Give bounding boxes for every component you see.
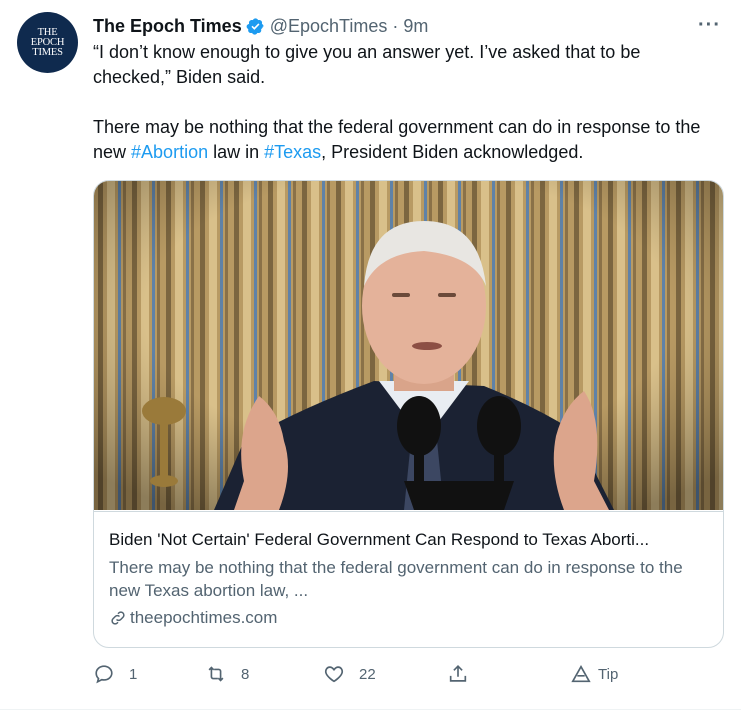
- tip-button[interactable]: Tip: [570, 663, 618, 685]
- tweet-divider: [0, 709, 741, 710]
- like-count: 22: [359, 665, 376, 683]
- more-options-icon[interactable]: ···: [698, 14, 721, 37]
- tweet-paragraph-1: “I don’t know enough to give you an answ…: [93, 42, 641, 87]
- heart-icon: [324, 666, 344, 683]
- card-text-area[interactable]: Biden 'Not Certain' Federal Government C…: [94, 511, 723, 628]
- article-photo[interactable]: [94, 181, 723, 510]
- tweet-timestamp[interactable]: 9m: [403, 16, 428, 37]
- link-icon: [111, 611, 125, 625]
- hashtag-texas-link[interactable]: #Texas: [264, 142, 321, 162]
- link-preview-card[interactable]: Biden 'Not Certain' Federal Government C…: [93, 180, 724, 648]
- retweet-icon: [208, 666, 224, 682]
- author-name[interactable]: The Epoch Times: [93, 16, 242, 37]
- reply-icon: [95, 665, 113, 684]
- share-button[interactable]: [447, 663, 469, 685]
- card-description: There may be nothing that the federal go…: [109, 558, 683, 600]
- hashtag-abortion-link[interactable]: #Abortion: [131, 142, 208, 162]
- tweet-actions: 1 8 22 Tip: [93, 663, 653, 691]
- card-title[interactable]: Biden 'Not Certain' Federal Government C…: [109, 529, 708, 551]
- retweet-button[interactable]: 8: [205, 663, 249, 685]
- tweet-text-segment: , President Biden acknowledged.: [321, 142, 584, 162]
- tweet-text-segment: law in: [208, 142, 265, 162]
- reply-button[interactable]: 1: [93, 663, 137, 685]
- avatar-text-line1: THE: [37, 26, 58, 38]
- tweet-header: The Epoch Times @EpochTimes · 9m ···: [93, 14, 721, 38]
- tip-label: Tip: [598, 665, 619, 683]
- verified-badge-icon: [246, 17, 265, 36]
- tip-icon: [571, 664, 591, 683]
- retweet-count: 8: [241, 665, 250, 683]
- card-domain[interactable]: theepochtimes.com: [109, 608, 708, 628]
- separator-dot: ·: [392, 15, 399, 36]
- tweet-paragraph-2: There may be nothing that the federal go…: [93, 115, 713, 165]
- tweet-text: “I don’t know enough to give you an answ…: [93, 40, 713, 165]
- avatar-text-line3: TIMES: [32, 46, 63, 58]
- reply-count: 1: [129, 665, 138, 683]
- avatar-text-line2: EPOCH: [30, 36, 65, 48]
- share-icon: [449, 665, 467, 682]
- author-handle[interactable]: @EpochTimes: [270, 16, 388, 37]
- card-domain-text: theepochtimes.com: [130, 608, 278, 627]
- avatar[interactable]: THE EPOCH TIMES: [17, 12, 78, 73]
- like-button[interactable]: 22: [323, 663, 376, 685]
